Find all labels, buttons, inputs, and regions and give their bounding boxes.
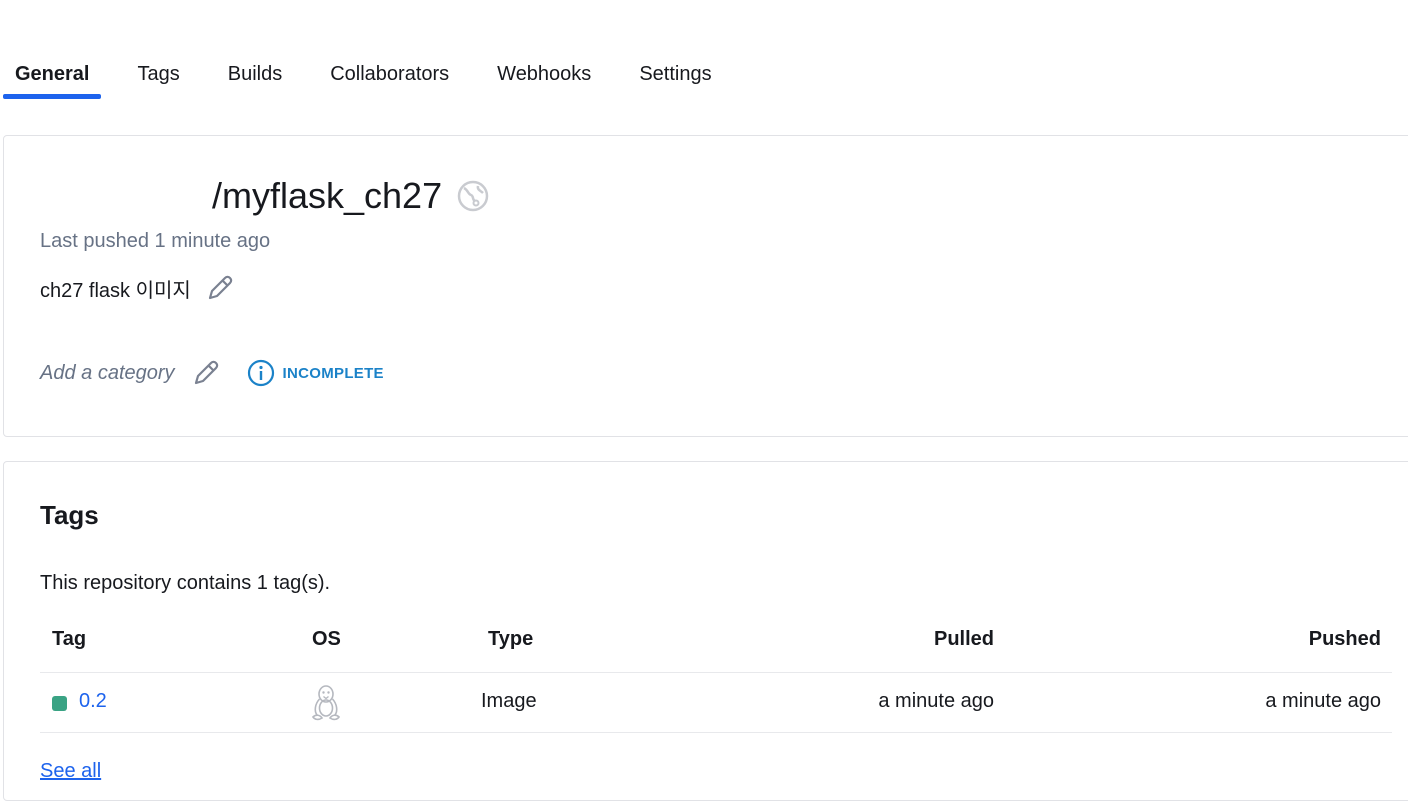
column-header-type: Type xyxy=(488,628,534,650)
last-pushed-text: Last pushed 1 minute ago xyxy=(40,230,271,252)
tab-collaborators[interactable]: Collaborators xyxy=(318,58,461,99)
see-all-link[interactable]: See all xyxy=(40,760,101,783)
info-icon xyxy=(247,359,275,387)
edit-category-pencil-icon[interactable] xyxy=(191,358,221,388)
table-row-divider xyxy=(40,732,1392,733)
tag-type: Image xyxy=(481,690,537,712)
tab-tags[interactable]: Tags xyxy=(125,58,191,99)
tags-section-title: Tags xyxy=(40,500,99,530)
tab-webhooks[interactable]: Webhooks xyxy=(485,58,603,99)
column-header-os: OS xyxy=(312,628,341,650)
globe-icon xyxy=(456,179,490,213)
tab-settings[interactable]: Settings xyxy=(627,58,723,99)
repo-tabs: General Tags Builds Collaborators Webhoo… xyxy=(3,58,748,99)
category-row: Add a category INCOMPLETE xyxy=(40,356,384,390)
tag-status-dot xyxy=(52,696,67,711)
linux-icon xyxy=(310,684,342,722)
column-header-tag: Tag xyxy=(52,628,87,650)
incomplete-status-label: INCOMPLETE xyxy=(282,364,384,382)
repository-description: ch27 flask 이미지 xyxy=(40,279,191,302)
repository-title-row: /myflask_ch27 xyxy=(212,174,490,218)
description-row: ch27 flask 이미지 xyxy=(40,272,235,304)
table-header-divider xyxy=(40,672,1392,673)
tab-builds[interactable]: Builds xyxy=(216,58,294,99)
column-header-pushed: Pushed xyxy=(1308,628,1381,650)
column-header-pulled: Pulled xyxy=(933,628,994,650)
tag-pushed: a minute ago xyxy=(1265,690,1381,712)
tag-pulled: a minute ago xyxy=(878,690,994,712)
tags-summary-text: This repository contains 1 tag(s). xyxy=(40,572,331,594)
edit-description-pencil-icon[interactable] xyxy=(205,273,235,303)
tag-link[interactable]: 0.2 xyxy=(79,690,107,713)
add-category-text[interactable]: Add a category xyxy=(40,362,175,385)
repository-title: /myflask_ch27 xyxy=(212,175,443,216)
tab-general[interactable]: General xyxy=(3,58,102,99)
